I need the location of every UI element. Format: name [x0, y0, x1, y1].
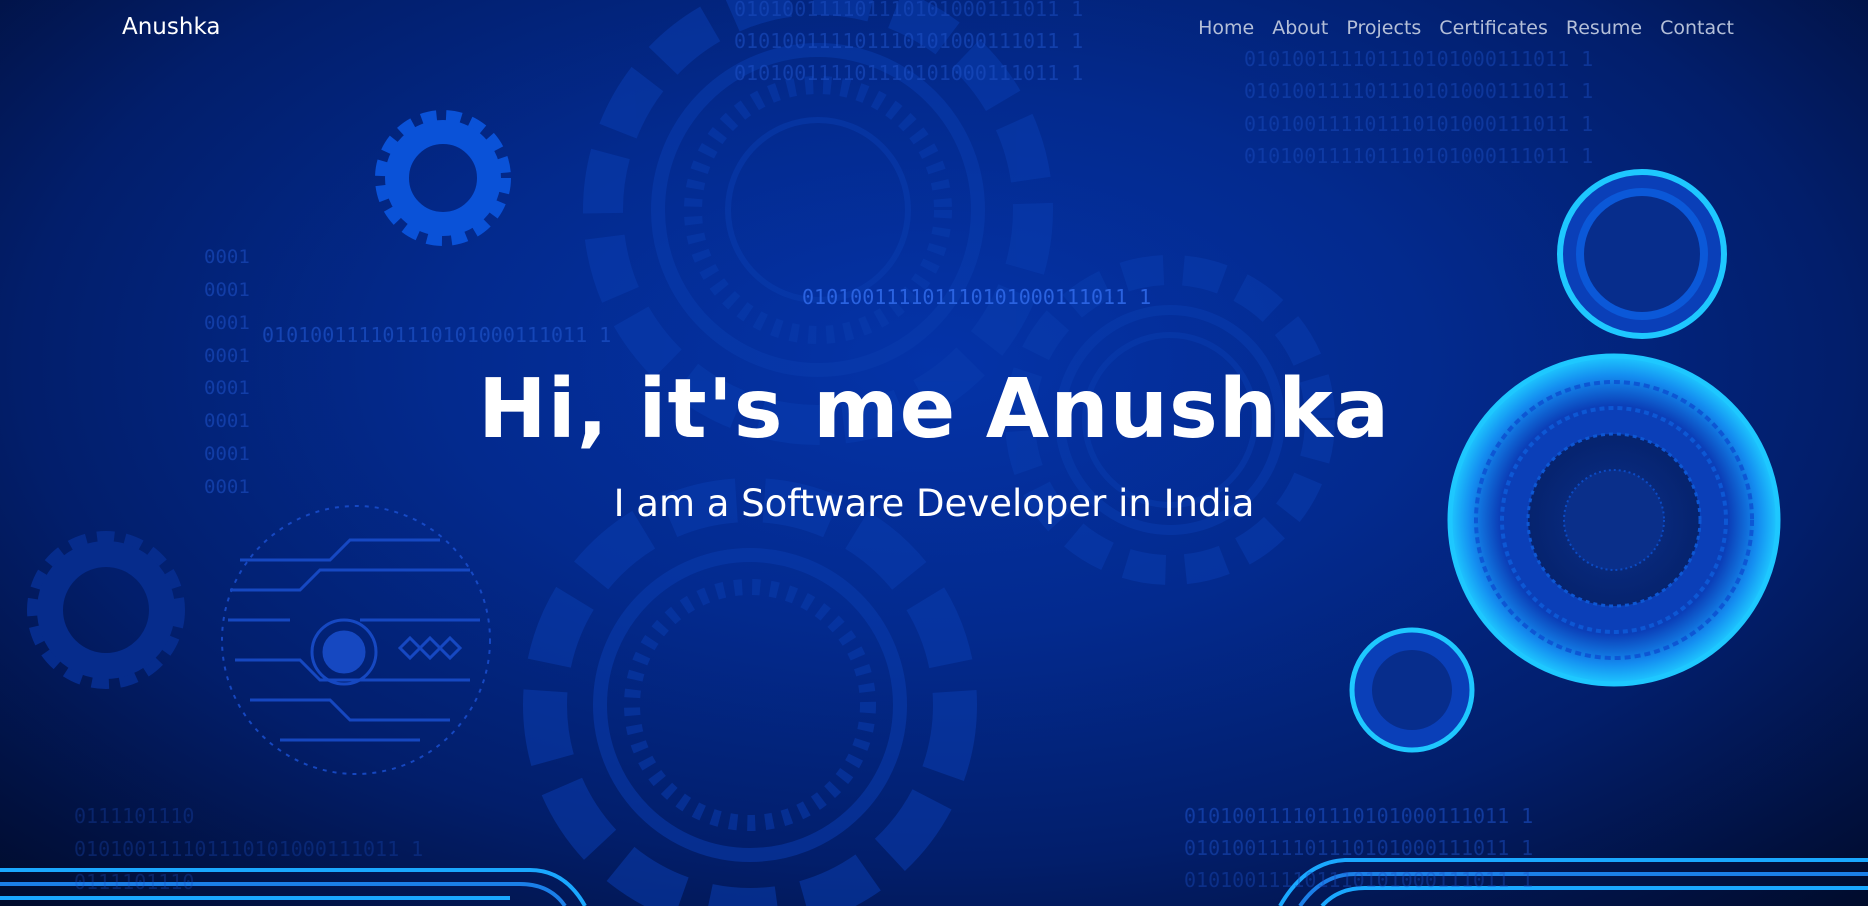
nav-menu: Home About Projects Certificates Resume …: [1198, 17, 1734, 39]
gear-icon: [27, 531, 185, 689]
circuit-globe-icon: [221, 505, 491, 775]
brand-logo[interactable]: Anushka: [122, 14, 220, 40]
svg-text:010100111101110101000111011 1: 010100111101110101000111011 1: [1244, 144, 1593, 168]
svg-text:010100111101110101000111011 1: 010100111101110101000111011 1: [1184, 804, 1533, 828]
svg-text:0111101110: 0111101110: [74, 804, 194, 828]
svg-text:0111101110: 0111101110: [74, 870, 194, 894]
svg-text:0001: 0001: [204, 312, 250, 334]
svg-text:010100111101110101000111011 1: 010100111101110101000111011 1: [802, 285, 1151, 309]
svg-text:010100111101110101000111011 1: 010100111101110101000111011 1: [1184, 868, 1533, 892]
nav-link-about[interactable]: About: [1272, 17, 1328, 39]
svg-text:010100111101110101000111011 1: 010100111101110101000111011 1: [1184, 836, 1533, 860]
glow-ring-icon: [1557, 169, 1727, 339]
faded-gear-bottom: [523, 478, 977, 906]
nav-link-home[interactable]: Home: [1198, 17, 1254, 39]
hero-subtitle: I am a Software Developer in India: [613, 482, 1255, 525]
svg-text:010100111101110101000111011 1: 010100111101110101000111011 1: [262, 323, 611, 347]
svg-text:010100111101110101000111011 1: 010100111101110101000111011 1: [74, 837, 423, 861]
svg-text:0001: 0001: [204, 279, 250, 301]
svg-text:010100111101110101000111011 1: 010100111101110101000111011 1: [1244, 112, 1593, 136]
circuit-lines: [0, 858, 1868, 906]
top-navbar: Anushka Home About Projects Certificates…: [0, 0, 1868, 58]
nav-link-resume[interactable]: Resume: [1566, 17, 1642, 39]
glow-ring-icon: [1349, 627, 1475, 753]
svg-text:010100111101110101000111011 1: 010100111101110101000111011 1: [734, 61, 1083, 85]
nav-link-projects[interactable]: Projects: [1346, 17, 1421, 39]
nav-link-contact[interactable]: Contact: [1660, 17, 1734, 39]
svg-text:0001: 0001: [204, 246, 250, 268]
gear-icon: [375, 110, 511, 246]
nav-link-certificates[interactable]: Certificates: [1439, 17, 1548, 39]
hero-title: Hi, it's me Anushka: [477, 362, 1391, 457]
svg-text:010100111101110101000111011 1: 010100111101110101000111011 1: [1244, 79, 1593, 103]
